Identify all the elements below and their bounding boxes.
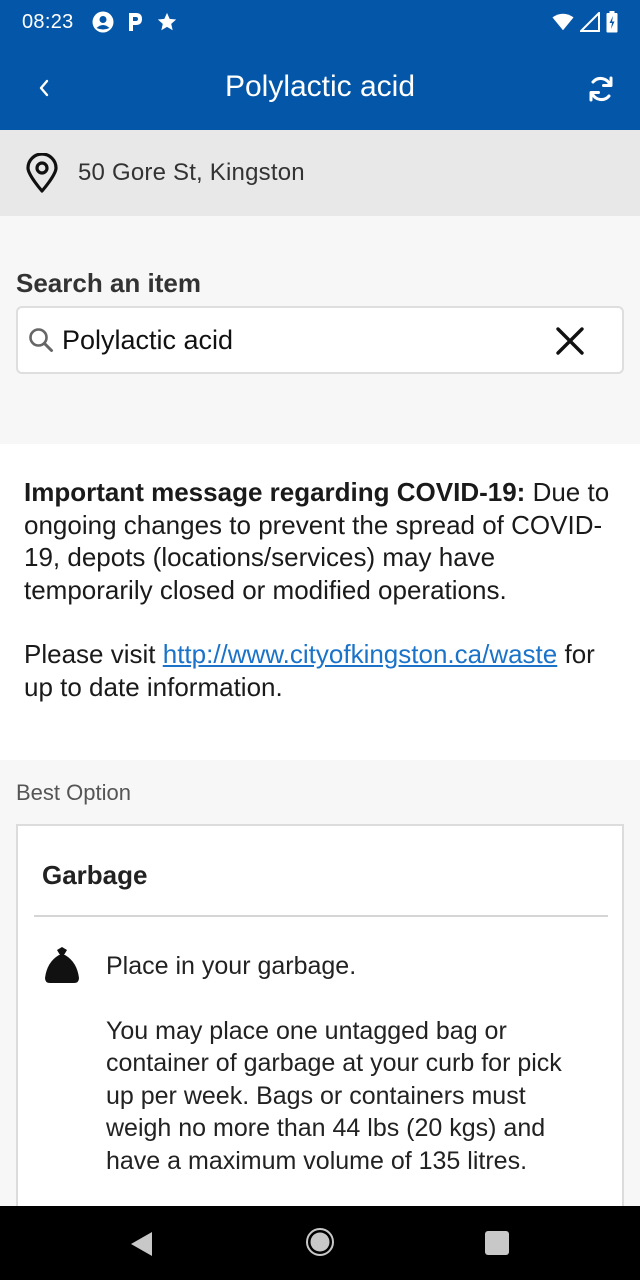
wifi-icon <box>552 13 574 31</box>
status-bar: 08:23 <box>0 0 640 44</box>
chevron-left-icon <box>39 79 49 97</box>
search-section: Search an item Polylactic acid <box>0 216 640 444</box>
search-input[interactable]: Polylactic acid <box>16 306 624 374</box>
notice-visit: Please visit http://www.cityofkingston.c… <box>24 638 616 703</box>
waste-info-link[interactable]: http://www.cityofkingston.ca/waste <box>163 639 558 669</box>
home-circle-icon[interactable] <box>305 1227 335 1257</box>
battery-charging-icon <box>606 11 618 33</box>
search-icon <box>29 328 53 352</box>
best-option-label: Best Option <box>16 780 131 805</box>
star-icon <box>157 12 176 31</box>
refresh-icon <box>589 76 613 102</box>
notice-visit-prefix: Please visit <box>24 639 163 669</box>
disposal-option-card[interactable]: Garbage Place in your garbage. You may p… <box>16 824 624 1224</box>
location-address: 50 Gore St, Kingston <box>78 159 305 186</box>
status-time: 08:23 <box>22 10 74 33</box>
location-selector[interactable]: 50 Gore St, Kingston <box>0 130 640 216</box>
option-details: You may place one untagged bag or contai… <box>106 1016 562 1175</box>
page-title: Polylactic acid <box>224 70 416 103</box>
option-description: Place in your garbage. You may place one… <box>106 950 586 1177</box>
card-divider <box>34 915 608 917</box>
option-instruction: Place in your garbage. <box>106 952 357 980</box>
refresh-button[interactable] <box>582 70 620 108</box>
search-input-value: Polylactic acid <box>62 324 234 355</box>
account-circle-icon <box>92 11 114 33</box>
search-label: Search an item <box>16 268 201 298</box>
notice-heading: Important message regarding COVID-19: <box>24 477 526 507</box>
status-notification-icons <box>92 11 178 33</box>
parking-icon <box>128 13 142 31</box>
back-button[interactable] <box>22 72 66 104</box>
app-bar: Polylactic acid <box>0 44 640 130</box>
back-triangle-icon[interactable] <box>128 1230 154 1258</box>
option-title: Garbage <box>42 860 148 890</box>
map-pin-icon <box>26 153 58 193</box>
signal-icon <box>580 12 600 32</box>
covid-notice: Important message regarding COVID-19: Du… <box>0 444 640 760</box>
options-section: Best Option Garbage Place in your garbag… <box>0 760 640 1224</box>
recents-square-icon[interactable] <box>485 1231 509 1255</box>
notice-message: Important message regarding COVID-19: Du… <box>24 476 616 606</box>
close-icon[interactable] <box>554 325 586 357</box>
status-system-icons <box>552 11 618 33</box>
garbage-bag-icon <box>45 947 79 983</box>
system-nav-bar <box>0 1206 640 1280</box>
